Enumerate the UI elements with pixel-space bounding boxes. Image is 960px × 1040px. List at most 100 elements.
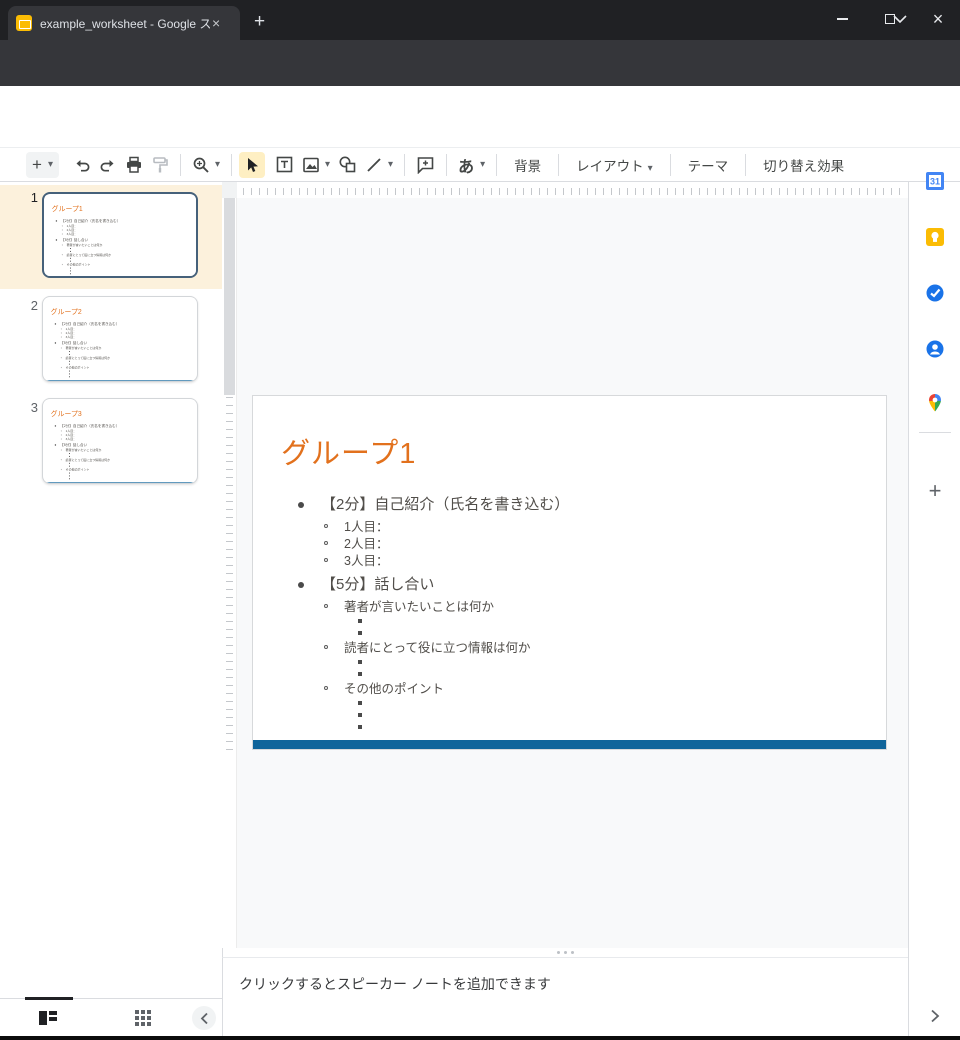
horizontal-ruler — [237, 182, 908, 198]
browser-tab[interactable]: example_worksheet - Google スラ × — [8, 6, 240, 40]
bullet-item — [358, 628, 870, 640]
window-maximize-button[interactable] — [868, 0, 912, 38]
bullet-item: 3人目： — [61, 437, 191, 441]
bullet-marker — [69, 361, 70, 362]
undo-button[interactable] — [69, 152, 95, 178]
vertical-ruler — [222, 182, 237, 948]
toolbar-divider — [496, 154, 497, 176]
collapse-filmstrip-chevron-icon[interactable] — [192, 1006, 216, 1030]
bullet-marker — [298, 582, 304, 588]
input-tools-button[interactable]: あ ▾ — [454, 152, 489, 178]
new-tab-button[interactable]: + — [254, 10, 265, 34]
bullet-item: 【5分】話し合い — [54, 341, 191, 346]
thumb-slide-title: グループ2 — [51, 306, 82, 316]
bullet-marker — [358, 672, 362, 676]
text-box-button[interactable] — [271, 152, 298, 178]
paint-format-button[interactable] — [147, 152, 173, 178]
slide-number: 2 — [20, 298, 38, 313]
toolbar-divider — [745, 154, 746, 176]
collapse-panel-chevron-icon[interactable] — [921, 1002, 949, 1030]
theme-button[interactable]: テーマ — [678, 155, 739, 175]
keep-icon[interactable] — [922, 224, 948, 250]
toolbar-divider — [404, 154, 405, 176]
bullet-marker — [69, 364, 70, 365]
bullet-marker — [62, 245, 63, 246]
window-minimize-button[interactable] — [820, 0, 864, 38]
bullet-marker — [56, 220, 57, 221]
bullet-marker — [61, 459, 62, 460]
vertical-scrollbar-thumb[interactable] — [224, 198, 235, 395]
insert-comment-button[interactable] — [412, 152, 439, 178]
bullet-marker — [61, 469, 62, 470]
speaker-notes-placeholder[interactable]: クリックするとスピーカー ノートを追加できます — [239, 974, 551, 994]
redo-button[interactable] — [95, 152, 121, 178]
get-add-ons-button[interactable]: + — [922, 478, 948, 504]
tasks-icon[interactable] — [922, 280, 948, 306]
bullet-item: 3人目： — [61, 335, 191, 339]
bullet-marker — [69, 354, 70, 355]
ruler-corner — [222, 182, 237, 198]
slide-thumbnail-content: グループ2 【2分】自己紹介（氏名を書き込む）1人目：2人目：3人目：【5分】話… — [44, 298, 195, 382]
background-button[interactable]: 背景 — [504, 155, 551, 175]
insert-image-button[interactable]: ▾ — [298, 152, 334, 178]
slide-thumbnail-1[interactable]: グループ1 【2分】自己紹介（氏名を書き込む）1人目：2人目：3人目：【5分】話… — [42, 192, 198, 278]
bullet-marker — [358, 660, 362, 664]
side-panel-divider — [919, 432, 951, 433]
bullet-text: 【2分】自己紹介（氏名を書き込む） — [321, 495, 569, 515]
bullet-item: 1人目： — [324, 519, 870, 536]
print-button[interactable] — [121, 152, 147, 178]
window-close-button[interactable]: × — [916, 0, 960, 38]
horizontal-ruler-ticks — [243, 188, 900, 195]
slide-thumbnail-content: グループ1 【2分】自己紹介（氏名を書き込む）1人目：2人目：3人目：【5分】話… — [45, 195, 196, 278]
tab-close-icon[interactable]: × — [212, 15, 220, 31]
transition-button[interactable]: 切り替え効果 — [753, 155, 854, 175]
layout-button[interactable]: レイアウト▾ — [566, 155, 663, 175]
calendar-icon[interactable]: 31 — [922, 168, 948, 194]
slide-page[interactable]: グループ1 【2分】自己紹介（氏名を書き込む）1人目：2人目：3人目：【5分】話… — [252, 395, 887, 750]
zoom-button[interactable]: ▾ — [188, 152, 224, 178]
speaker-notes-panel[interactable]: クリックするとスピーカー ノートを追加できます データ探索 — [222, 957, 908, 1040]
thumb-slide-title: グループ3 — [51, 408, 82, 418]
vertical-ruler-ticks — [226, 395, 233, 750]
maps-icon[interactable] — [922, 390, 948, 416]
slide-thumbnail-2[interactable]: グループ2 【2分】自己紹介（氏名を書き込む）1人目：2人目：3人目：【5分】話… — [42, 296, 198, 382]
slide-thumbnail-3[interactable]: グループ3 【2分】自己紹介（氏名を書き込む）1人目：2人目：3人目：【5分】話… — [42, 398, 198, 484]
bullet-item — [358, 669, 870, 681]
contacts-icon[interactable] — [922, 336, 948, 362]
bullet-marker — [358, 725, 362, 729]
bullet-marker — [70, 268, 71, 269]
bullet-item — [358, 657, 870, 669]
insert-shape-button[interactable] — [334, 152, 361, 178]
browser-toolbar: docs.google.com /presentation/d/ ☆ シークレッ… — [0, 40, 960, 86]
bullet-marker — [69, 371, 70, 372]
slide-title-textbox[interactable]: グループ1 — [281, 430, 416, 472]
bullet-item: 【5分】話し合い — [296, 575, 870, 595]
bullet-marker — [358, 631, 362, 635]
bullet-text: 【5分】話し合い — [321, 575, 434, 595]
new-slide-button[interactable]: + ▾ — [26, 152, 59, 178]
bullet-item — [69, 478, 191, 481]
bullet-item — [358, 710, 870, 722]
bullet-marker — [61, 333, 62, 334]
slides-header: example_worksheet ☆ ファイル 編集 表示 挿入 表示形式 ス… — [0, 86, 960, 147]
grid-view-button[interactable] — [131, 1006, 155, 1030]
notes-resize-handle[interactable] — [222, 948, 908, 957]
insert-line-button[interactable]: ▾ — [361, 152, 397, 178]
select-tool-button[interactable] — [239, 152, 265, 178]
filmstrip-view-button[interactable] — [36, 1006, 60, 1030]
google-slides-window: example_worksheet - Google スラ × + × docs… — [0, 0, 960, 1040]
bullet-text: 著者が言いたいことは何か — [344, 599, 494, 616]
bullet-item: 3人目： — [62, 232, 192, 236]
slides-toolbar: + ▾ ▾ ▾ — [0, 147, 960, 182]
bullet-item: 読者にとって役に立つ情報は何か — [324, 640, 870, 657]
active-view-indicator — [25, 997, 73, 1000]
bullet-marker — [70, 251, 71, 252]
slide-body-textbox[interactable]: 【2分】自己紹介（氏名を書き込む）1人目：2人目：3人目：【5分】話し合い著者が… — [296, 490, 870, 734]
bullet-marker — [62, 254, 63, 255]
bullet-marker — [69, 475, 70, 476]
toolbar-divider — [558, 154, 559, 176]
bullet-marker — [62, 225, 63, 226]
bullet-marker — [298, 502, 304, 508]
bullet-text: その他のポイント — [66, 366, 90, 370]
bullet-item: 著者が言いたいことは何か — [324, 599, 870, 616]
